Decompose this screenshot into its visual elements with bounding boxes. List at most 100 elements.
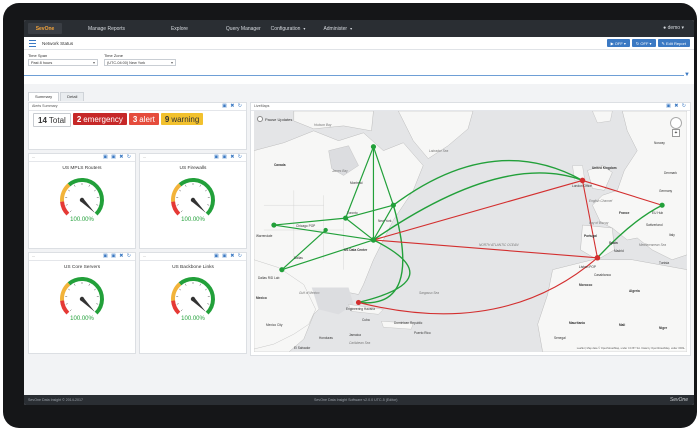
nav-query-manager[interactable]: Query Manager <box>226 26 261 32</box>
gauge-tick <box>199 283 201 286</box>
compass-icon[interactable] <box>670 117 682 129</box>
node-montreal[interactable] <box>370 144 377 150</box>
gauge-tick <box>176 204 179 206</box>
timespan-select[interactable]: Past 8 hours <box>28 59 98 66</box>
node-lisbon[interactable] <box>594 255 601 261</box>
pause-updates-toggle[interactable]: Pause Updates <box>257 116 292 122</box>
filter-icon[interactable]: ▼ <box>684 72 690 78</box>
gauge-tick <box>185 283 187 286</box>
filter-bar: Time Span Past 8 hours Time Zone (UTC-04… <box>24 50 694 84</box>
gauge-title: US MPLS Routers <box>62 166 102 171</box>
gauge-tick <box>204 189 207 192</box>
map-label: Puerto Rico <box>414 331 431 335</box>
map-label: Hudson Bay <box>314 123 332 127</box>
gauge-tick <box>176 303 179 305</box>
edit-report-button[interactable]: ✎ Edit Report <box>657 39 690 47</box>
node-chicago[interactable] <box>342 215 349 221</box>
gauge-band <box>178 277 215 315</box>
gauge-tick <box>68 288 71 291</box>
gauge-panel-us-firewalls: ... ▣ ▣ ✖ ↻ US Firewalls 100.00% <box>139 153 247 249</box>
user-menu[interactable]: ● demo ▾ <box>663 25 684 31</box>
panel-header: ... ▣ ▣ ✖ ↻ <box>140 253 246 261</box>
top-navigation: SevOne Manage Reports Explore Query Mana… <box>24 20 694 37</box>
node-dallas-lab[interactable] <box>279 267 285 273</box>
gauge-tick <box>179 288 182 291</box>
node-dallas[interactable] <box>323 227 328 233</box>
tab-detail[interactable]: Detail <box>60 92 85 101</box>
zoom-in-button[interactable]: + <box>672 129 680 137</box>
map-label: Canada <box>274 163 286 167</box>
panel-header: Alerts Summary ▣ ✖ ↻ <box>29 103 246 111</box>
nav-administer[interactable]: Administer <box>323 26 347 32</box>
nav-configuration[interactable]: Configuration <box>271 26 301 32</box>
window-icon[interactable]: ▣ ✖ ↻ <box>222 103 243 110</box>
map-attribution[interactable]: Leaflet | Map data © OpenStreetMap, unde… <box>576 347 685 350</box>
gauge-tick <box>204 288 207 291</box>
node-warrendale[interactable] <box>271 222 277 228</box>
map-label: Mexico <box>256 296 267 300</box>
map-label: New York <box>378 219 392 223</box>
map-label: Madrid <box>614 249 624 253</box>
gauge-title: US Core Servers <box>63 265 101 270</box>
map-label: Cuba <box>362 318 370 322</box>
gauge-dial <box>171 277 215 315</box>
map-label: Honduras <box>319 336 333 340</box>
node-new-york[interactable] <box>390 202 396 208</box>
radio-icon <box>257 116 263 122</box>
map-label: Mexico City <box>266 323 283 327</box>
gauge-tick <box>96 303 99 305</box>
gauge-tick <box>68 189 71 192</box>
panel-header: ... ▣ ▣ ✖ ↻ <box>29 154 135 162</box>
total-badge[interactable]: 14 Total <box>33 113 71 127</box>
map-label: Caribbean Sea <box>349 341 371 345</box>
map-label: Sargasso Sea <box>419 291 440 295</box>
gauge-hub <box>190 197 196 203</box>
gauge-tick <box>69 309 72 312</box>
footer-copyright: SevOne Data Insight © 2014-2017 <box>28 398 83 402</box>
map-label: James Bay <box>332 169 348 173</box>
sevone-logo[interactable]: SevOne <box>28 23 62 34</box>
gauge-value: 100.00% <box>70 217 94 223</box>
emergency-badge[interactable]: 2 emergency <box>72 113 127 125</box>
window-icon[interactable]: ▣ ▣ ✖ ↻ <box>214 253 243 260</box>
panel-header: ... ▣ ▣ ✖ ↻ <box>140 154 246 162</box>
world-map[interactable]: Pause Updates + Hudson Bay Labrador Sea … <box>254 111 687 352</box>
gauge-tick <box>74 184 76 187</box>
livemaps-panel: LiveMaps ▣ ✖ ↻ Pause Updates + Hudson Ba… <box>250 102 691 356</box>
window-icon[interactable]: ▣ ✖ ↻ <box>666 103 687 110</box>
node-us-data-center[interactable] <box>370 237 377 243</box>
node-engineering[interactable] <box>355 299 362 305</box>
node-eu-hub[interactable] <box>659 202 665 208</box>
toolbar-buttons: ▶ OFF ▾ ↻ OFF ▾ ✎ Edit Report <box>606 39 690 47</box>
map-label: Switzerland <box>646 223 663 227</box>
gauge-hub <box>190 296 196 302</box>
window-icon[interactable]: ▣ ▣ ✖ ↻ <box>214 154 243 161</box>
footer-version: SevOne Data Insight Software v2.0.0 UTC-… <box>314 398 398 402</box>
gauge-band <box>60 201 70 216</box>
divider <box>24 75 684 76</box>
window-icon[interactable]: ▣ ▣ ✖ ↻ <box>103 253 132 260</box>
warning-badge[interactable]: 9 warning <box>160 113 204 125</box>
tab-summary[interactable]: Summary <box>28 92 60 101</box>
map-label: Niger <box>659 326 668 330</box>
nav-explore[interactable]: Explore <box>171 26 188 32</box>
panel-header: LiveMaps ▣ ✖ ↻ <box>251 103 690 111</box>
map-label: EU Hub <box>652 211 664 215</box>
menu-icon[interactable] <box>29 39 36 47</box>
alert-badge[interactable]: 3 alert <box>128 113 159 125</box>
map-label: Senegal <box>554 336 566 340</box>
refresh-toggle-button[interactable]: ↻ OFF ▾ <box>631 39 656 47</box>
gauge-tick <box>88 283 90 286</box>
map-label: English Channel <box>589 199 613 203</box>
window-icon[interactable]: ▣ ▣ ✖ ↻ <box>103 154 132 161</box>
gauge-panel-us-backbone-links: ... ▣ ▣ ✖ ↻ US Backbone Links 100.00% <box>139 252 247 354</box>
map-label: France <box>619 211 630 215</box>
timezone-select[interactable]: (UTC-04:00) New York <box>104 59 176 66</box>
device-frame: SevOne Manage Reports Explore Query Mana… <box>3 3 697 428</box>
gauge-hub <box>79 197 85 203</box>
nav-manage-reports[interactable]: Manage Reports <box>88 26 125 32</box>
gauge-tick <box>93 288 96 291</box>
play-toggle-button[interactable]: ▶ OFF ▾ <box>606 39 630 47</box>
gauge-tick <box>199 184 201 187</box>
node-london-office[interactable] <box>579 177 586 184</box>
